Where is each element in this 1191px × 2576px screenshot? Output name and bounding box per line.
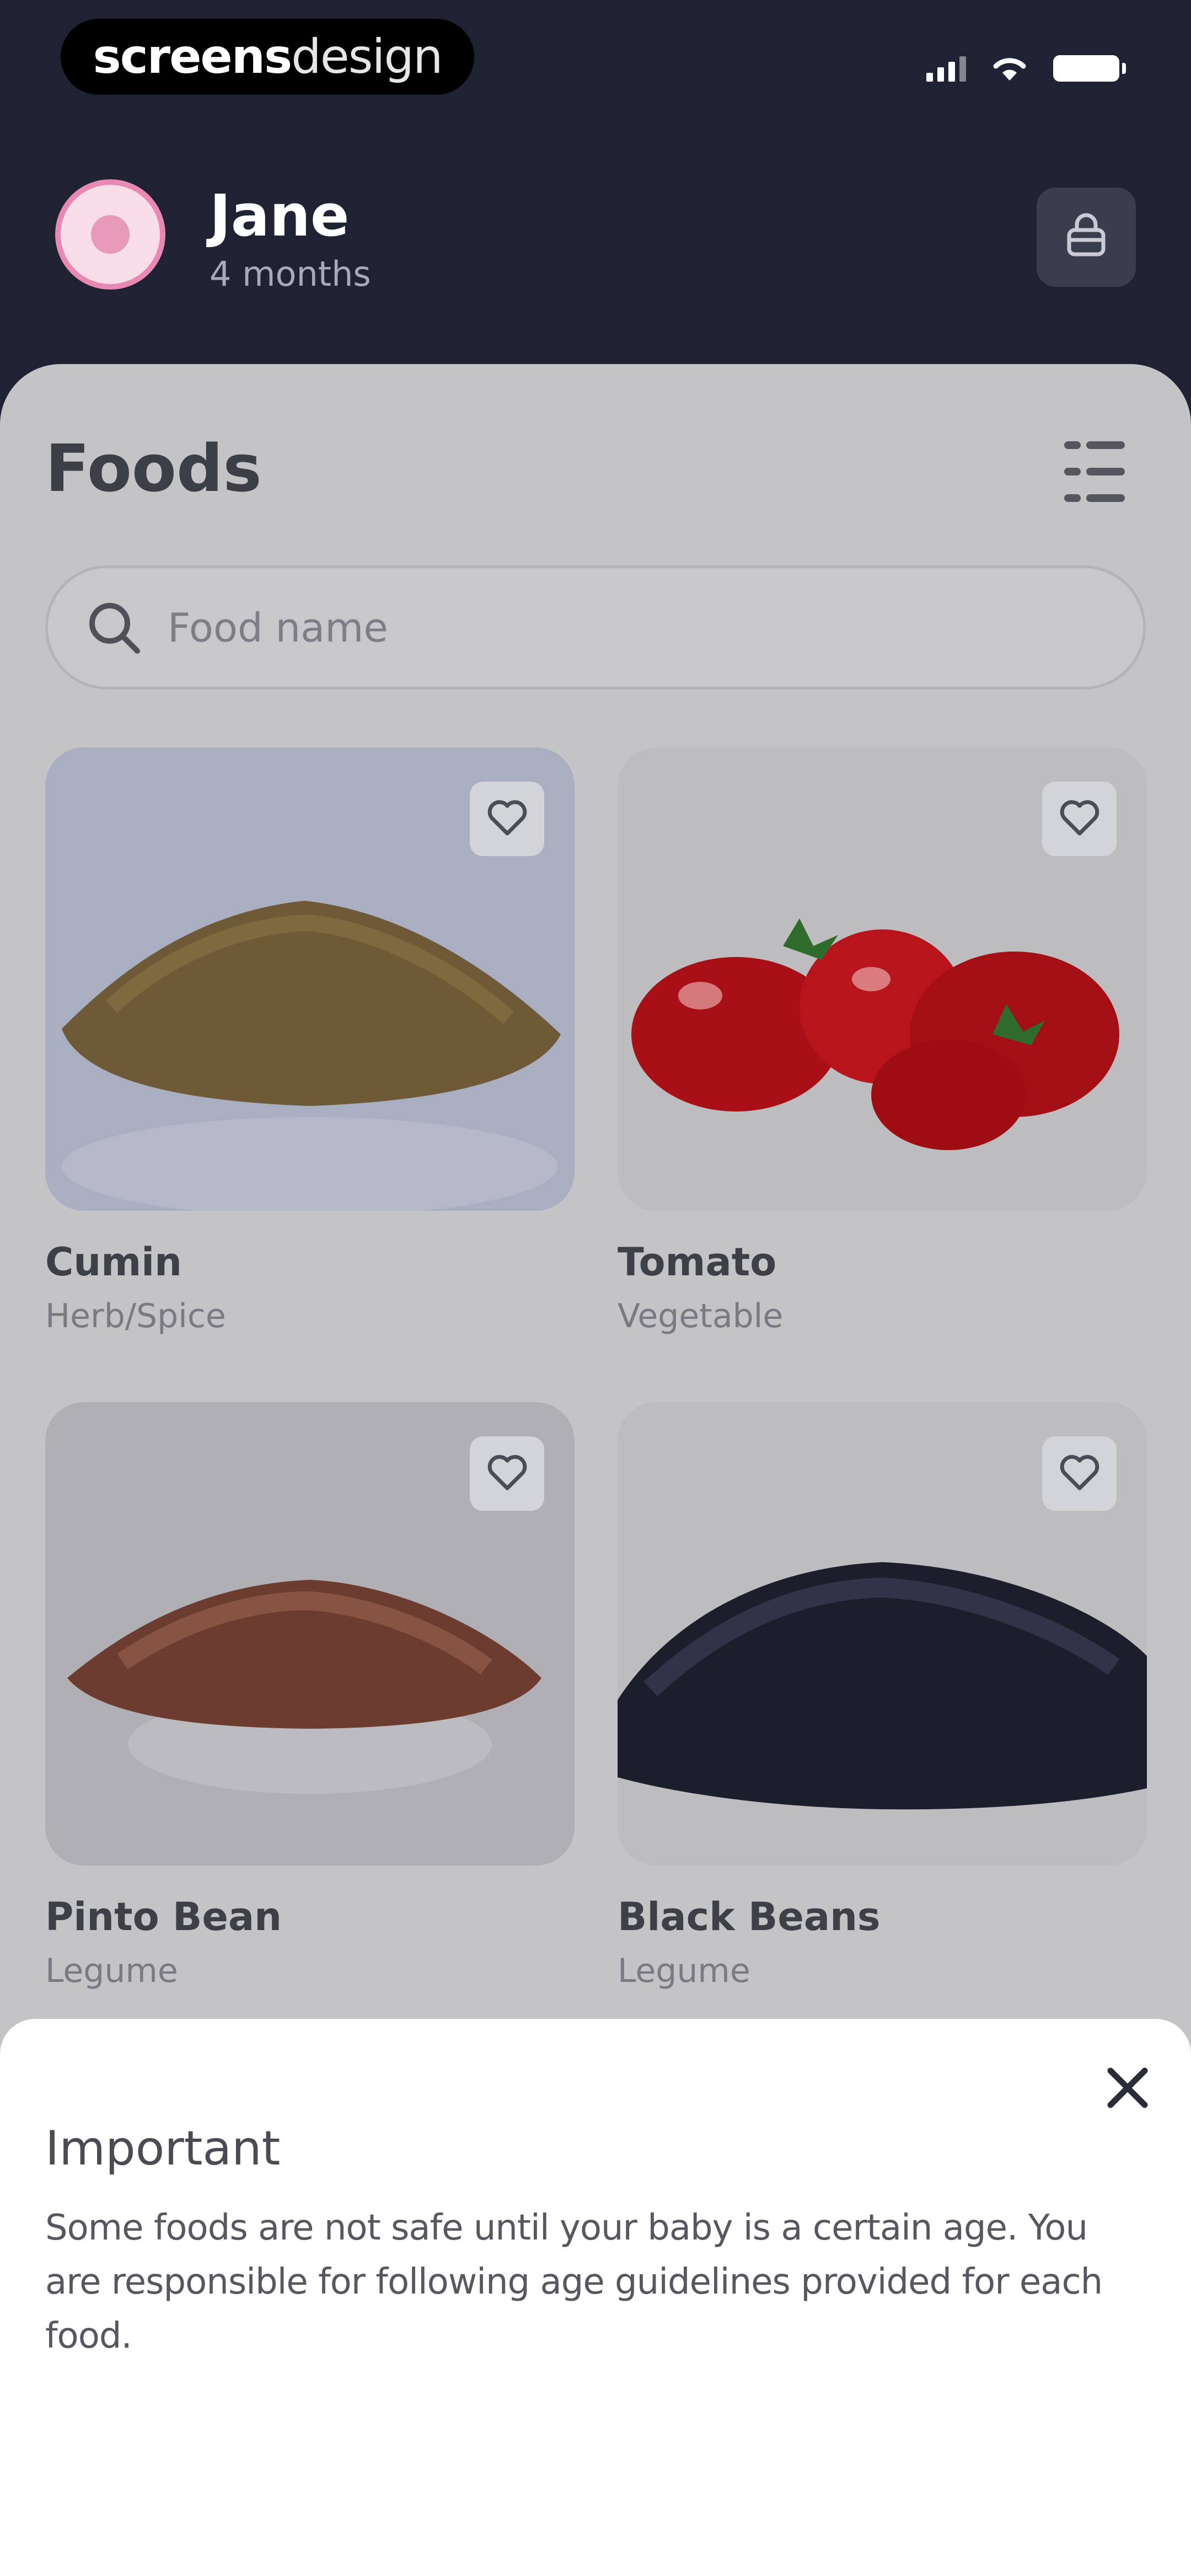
food-name: Tomato (618, 1239, 777, 1285)
status-icons (926, 53, 1126, 82)
notice-title: Important (45, 2121, 281, 2176)
favorite-button[interactable] (1042, 782, 1117, 856)
profile-age: 4 months (210, 254, 371, 294)
food-card-black-beans[interactable]: Black Beans Legume (618, 1402, 1147, 1990)
baby-face-icon (91, 215, 130, 254)
heart-icon (1060, 800, 1099, 835)
status-bar: screens design (0, 0, 1191, 121)
favorite-button[interactable] (470, 782, 544, 856)
brand-light-text: design (291, 29, 443, 84)
filter-icon (1064, 441, 1125, 449)
food-card-pinto-bean[interactable]: Pinto Bean Legume (45, 1402, 575, 1990)
screensdesign-watermark: screens design (61, 19, 474, 95)
heart-icon (487, 1455, 527, 1490)
food-name: Cumin (45, 1239, 182, 1285)
important-notice-sheet: Important Some foods are not safe until … (0, 2019, 1191, 2576)
page-title: Foods (45, 430, 262, 506)
battery-icon (1053, 55, 1126, 82)
cumin-image (45, 747, 575, 1211)
search-bar[interactable] (45, 565, 1146, 690)
black-beans-image (618, 1402, 1147, 1866)
food-card-tomato[interactable]: Tomato Vegetable (618, 747, 1147, 1335)
food-category: Vegetable (618, 1297, 784, 1335)
brand-bold-text: screens (93, 29, 293, 84)
baby-avatar[interactable] (55, 179, 165, 290)
food-category: Legume (618, 1952, 750, 1990)
search-input[interactable] (167, 603, 996, 651)
wifi-icon (993, 58, 1026, 81)
heart-icon (1060, 1455, 1099, 1490)
profile-header: Jane 4 months (55, 179, 1136, 295)
profile-name: Jane (210, 182, 350, 249)
food-category: Herb/Spice (45, 1297, 226, 1335)
cellular-signal-icon (926, 55, 966, 82)
close-button[interactable] (1097, 2057, 1158, 2118)
basket-button[interactable] (1037, 188, 1136, 287)
favorite-button[interactable] (1042, 1436, 1117, 1511)
pinto-bean-image (45, 1402, 575, 1866)
search-icon (89, 602, 140, 654)
heart-icon (487, 800, 527, 835)
food-name: Black Beans (618, 1894, 881, 1939)
favorite-button[interactable] (470, 1436, 544, 1511)
food-category: Legume (45, 1952, 178, 1990)
food-card-cumin[interactable]: Cumin Herb/Spice (45, 747, 575, 1335)
close-icon (1107, 2067, 1148, 2108)
filter-button[interactable] (1064, 441, 1125, 502)
notice-body: Some foods are not safe until your baby … (45, 2208, 1103, 2356)
basket-icon (1067, 213, 1106, 256)
food-name: Pinto Bean (45, 1894, 282, 1939)
tomato-image (618, 747, 1147, 1211)
